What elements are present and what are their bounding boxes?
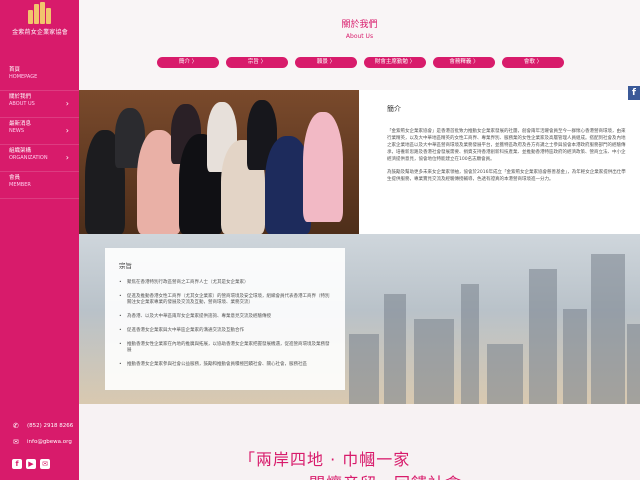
intro-panel: 簡介 「金紫荊女企業家協會」是香港首批致力推動女企業家發展的社團，創會兩年活躍會…: [359, 90, 640, 234]
sidebar-item-about[interactable]: 關於我們 ABOUT US ›: [0, 91, 79, 118]
logo-text: 金紫荊女企業家協會: [12, 29, 68, 36]
tab-anthem[interactable]: 會歌 〉: [502, 57, 564, 68]
phone-icon: ✆: [13, 421, 19, 430]
tab-chairman[interactable]: 財會主席勤勉 〉: [364, 57, 426, 68]
intro-paragraph: 為鼓勵及幫助更多未來女企業家領袖，協會於2016年成立「金紫荊女企業家協會慈善基…: [387, 170, 626, 182]
mission-item: 促進及推動香港女性工商界（尤其女企業家）的營商環境及安全環境，組織會員代表香港工…: [119, 294, 333, 306]
page-title: 關於我們: [341, 20, 378, 30]
intro-heading: 簡介: [387, 105, 401, 113]
facebook-share-icon[interactable]: f: [628, 86, 640, 100]
sidebar: 金紫荊女企業家協會 首頁 HOMEPAGE 關於我們 ABOUT US › 最新…: [0, 0, 79, 480]
mail-icon[interactable]: ✉: [40, 459, 50, 469]
mission-item: 為香港、以及大中華區兩岸女企業家提供諮詢、專業意見交流及經驗傳授: [119, 314, 333, 320]
chevron-right-icon: ›: [65, 99, 69, 108]
logo-mark-icon: [26, 2, 54, 24]
main-content: 關於我們 About Us 簡介 〉 宗旨 〉 願景 〉 財會主席勤勉 〉 會務…: [79, 0, 640, 480]
mission-list: 聚焦在香港特別行政區營商之工商界人士（尤其是女企業家） 促進及推動香港女性工商界…: [119, 280, 333, 368]
mail-icon: ✉: [13, 437, 19, 446]
sidebar-item-sublabel: HOMEPAGE: [9, 74, 38, 80]
group-photo: [79, 90, 359, 234]
page-subtitle: About Us: [345, 33, 374, 40]
email-row[interactable]: ✉ info@gbewa.org: [13, 434, 79, 450]
tab-vision[interactable]: 願景 〉: [295, 57, 357, 68]
sidebar-item-label: 會員: [9, 175, 21, 181]
email-address: info@gbewa.org: [27, 439, 72, 445]
tab-intro[interactable]: 簡介 〉: [157, 57, 219, 68]
slogan-section: 「兩岸四地 · 巾幗一家 關懷音留．回饋社會」: [79, 404, 640, 480]
sidebar-item-label: 首頁: [9, 67, 21, 73]
slogan-line-2: 關懷音留．回饋社會」: [309, 470, 479, 480]
sidebar-nav: 首頁 HOMEPAGE 關於我們 ABOUT US › 最新消息 NEWS › …: [0, 64, 79, 199]
sidebar-item-sublabel: MEMBER: [9, 182, 31, 188]
youtube-icon[interactable]: ▶: [26, 459, 36, 469]
social-links: f ▶ ✉: [12, 459, 50, 469]
phone-number: (852) 2918 8266: [27, 423, 74, 429]
logo[interactable]: 金紫荊女企業家協會: [8, 2, 72, 38]
sidebar-item-news[interactable]: 最新消息 NEWS ›: [0, 118, 79, 145]
sidebar-item-organization[interactable]: 組織架構 ORGANIZATION ›: [0, 145, 79, 172]
slogan-line-1: 「兩岸四地 · 巾幗一家: [239, 450, 411, 469]
tab-mission[interactable]: 宗旨 〉: [226, 57, 288, 68]
mission-item: 促進香港女企業家與大中華區企業家的溝通交流及互動合作: [119, 328, 333, 334]
tab-affairs[interactable]: 會務釋義 〉: [433, 57, 495, 68]
mission-card: 宗旨 聚焦在香港特別行政區營商之工商界人士（尤其是女企業家） 促進及推動香港女性…: [105, 248, 345, 390]
contact-info: ✆ (852) 2918 8266 ✉ info@gbewa.org: [13, 418, 79, 450]
mission-item: 推動香港女性企業家在內地的推廣與拓展，以協助香港女企業家把握發展機遇，促進營商環…: [119, 342, 333, 354]
chevron-right-icon: ›: [65, 126, 69, 135]
sidebar-item-homepage[interactable]: 首頁 HOMEPAGE: [0, 64, 79, 91]
mission-item: 推動香港女企業家參與社會公益服務，鼓勵和推動會員積極回饋社會、關心社會，服務社區: [119, 362, 333, 368]
sidebar-item-member[interactable]: 會員 MEMBER: [0, 172, 79, 199]
chevron-right-icon: ›: [65, 153, 69, 162]
mission-item: 聚焦在香港特別行政區營商之工商界人士（尤其是女企業家）: [119, 280, 333, 286]
city-background: 宗旨 聚焦在香港特別行政區營商之工商界人士（尤其是女企業家） 促進及推動香港女性…: [79, 234, 640, 404]
phone-row[interactable]: ✆ (852) 2918 8266: [13, 418, 79, 434]
page-header: 關於我們 About Us 簡介 〉 宗旨 〉 願景 〉 財會主席勤勉 〉 會務…: [79, 0, 640, 90]
mission-heading: 宗旨: [119, 262, 132, 270]
facebook-icon[interactable]: f: [12, 459, 22, 469]
intro-paragraph: 「金紫荊女企業家協會」是香港首批致力推動女企業家發展的社團，創會兩年活躍會員至今…: [387, 129, 626, 162]
